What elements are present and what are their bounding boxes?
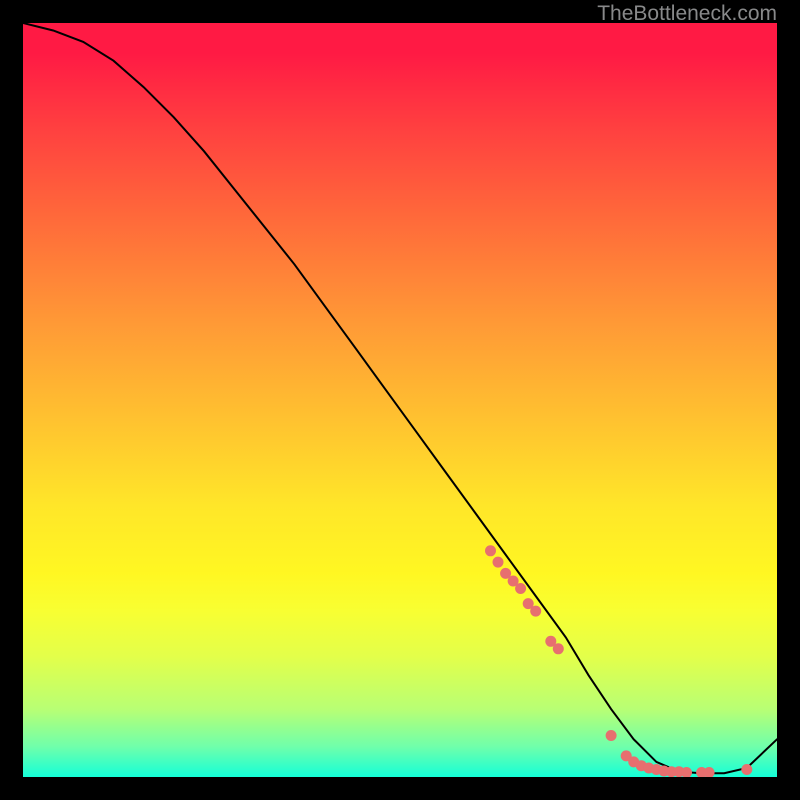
chart-container: TheBottleneck.com [0, 0, 800, 800]
data-point [606, 730, 617, 741]
data-point [493, 557, 504, 568]
data-point [485, 545, 496, 556]
data-point [553, 643, 564, 654]
data-point [530, 606, 541, 617]
chart-svg [23, 23, 777, 777]
bottleneck-curve [23, 23, 777, 773]
watermark-text: TheBottleneck.com [597, 2, 777, 26]
data-point [515, 583, 526, 594]
data-point [741, 764, 752, 775]
